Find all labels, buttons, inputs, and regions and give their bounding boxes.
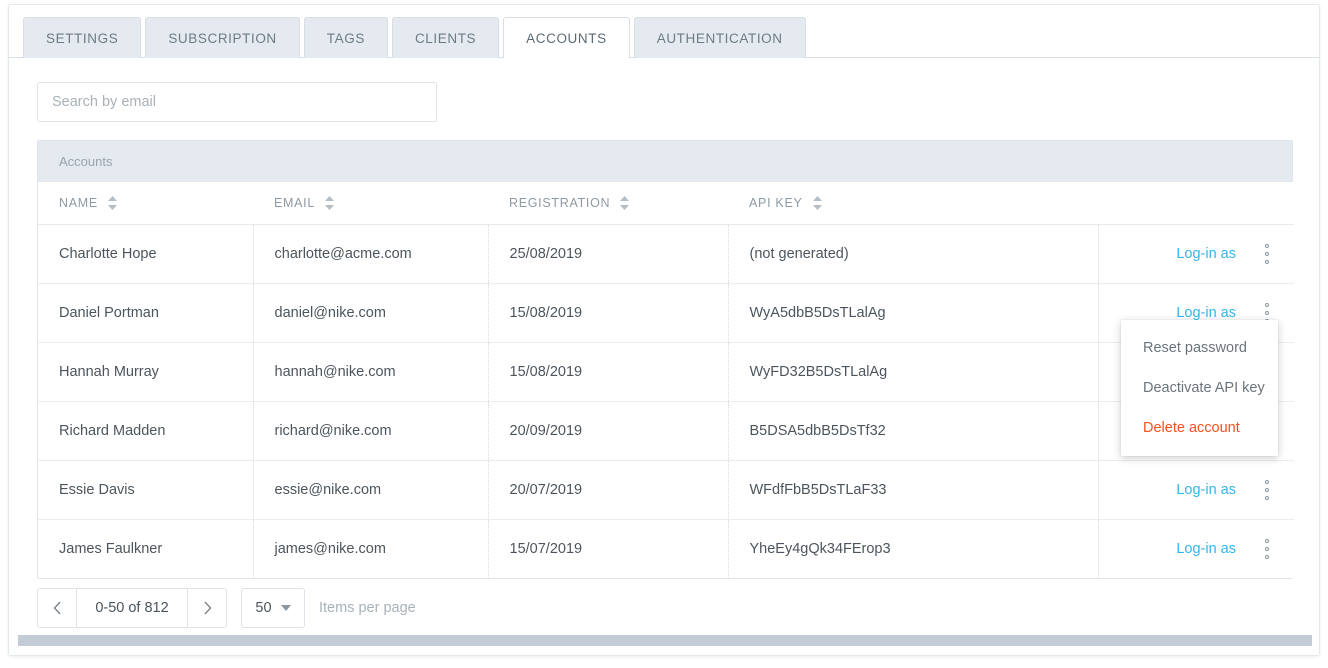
cell-api-key: WFdfFbB5DsTLaF33 <box>728 460 1099 520</box>
settings-card: SETTINGS SUBSCRIPTION TAGS CLIENTS ACCOU… <box>8 4 1320 656</box>
horizontal-scrollbar-track[interactable] <box>18 635 1312 646</box>
cell-email: hannah@nike.com <box>253 342 489 402</box>
table-row: Hannah Murray hannah@nike.com 15/08/2019… <box>38 342 1294 402</box>
items-per-page-label: Items per page <box>319 600 416 616</box>
row-menu-icon[interactable] <box>1256 241 1278 267</box>
login-as-link[interactable]: Log-in as <box>1176 305 1236 321</box>
cell-email: richard@nike.com <box>253 401 489 461</box>
cell-name: Essie Davis <box>38 460 254 520</box>
column-label: EMAIL <box>274 195 316 210</box>
page-range-label: 0-50 of 812 <box>95 600 169 616</box>
sort-icon[interactable] <box>325 195 335 210</box>
chevron-right-icon <box>203 601 211 615</box>
login-as-link[interactable]: Log-in as <box>1176 246 1236 262</box>
column-label: NAME <box>59 195 98 210</box>
page-size-select[interactable]: 50 <box>241 588 305 628</box>
search-input[interactable] <box>37 82 437 122</box>
cell-email: daniel@nike.com <box>253 283 489 343</box>
row-menu-icon[interactable] <box>1256 477 1278 503</box>
accounts-table-card: Accounts NAME EMAIL REGISTRATION API KEY… <box>37 140 1294 579</box>
page-size-value: 50 <box>255 600 272 616</box>
tab-clients[interactable]: CLIENTS <box>391 17 500 58</box>
tab-authentication[interactable]: AUTHENTICATION <box>633 17 806 58</box>
menu-item-deactivate-api-key[interactable]: Deactivate API key <box>1121 368 1278 408</box>
sort-icon[interactable] <box>620 195 630 210</box>
tab-accounts[interactable]: ACCOUNTS <box>503 17 630 59</box>
column-header-actions <box>1098 182 1294 225</box>
cell-registration: 25/08/2019 <box>488 224 729 284</box>
cell-registration: 15/08/2019 <box>488 342 729 402</box>
column-label: REGISTRATION <box>509 195 611 210</box>
tab-label: TAGS <box>326 30 365 46</box>
tab-label: SUBSCRIPTION <box>168 30 277 46</box>
chevron-down-icon <box>280 605 291 611</box>
table-row: Richard Madden richard@nike.com 20/09/20… <box>38 401 1294 461</box>
pager-group: 0-50 of 812 <box>37 588 227 628</box>
column-header-name[interactable]: NAME <box>38 182 253 225</box>
sort-icon[interactable] <box>812 195 822 210</box>
pagination: 0-50 of 812 50 Items per page <box>37 588 416 628</box>
table-head: NAME EMAIL REGISTRATION API KEY <box>38 182 1294 225</box>
sort-icon[interactable] <box>107 195 117 210</box>
row-menu-icon[interactable] <box>1256 536 1278 562</box>
cell-email: charlotte@acme.com <box>253 224 489 284</box>
table-body: Charlotte Hope charlotte@acme.com 25/08/… <box>38 224 1294 578</box>
accounts-table: NAME EMAIL REGISTRATION API KEY Charlott… <box>38 182 1294 578</box>
cell-actions: Log-in as <box>1098 460 1294 520</box>
tab-tags[interactable]: TAGS <box>303 17 388 58</box>
cell-name: Daniel Portman <box>38 283 254 343</box>
cell-api-key: B5DSA5dbB5DsTf32 <box>728 401 1099 461</box>
table-row: Daniel Portman daniel@nike.com 15/08/201… <box>38 283 1294 343</box>
menu-item-delete-account[interactable]: Delete account <box>1121 408 1278 448</box>
horizontal-scrollbar-thumb[interactable] <box>18 635 1312 646</box>
tab-label: ACCOUNTS <box>526 30 607 46</box>
accounts-panel: Accounts NAME <box>9 58 1319 655</box>
tab-settings[interactable]: SETTINGS <box>23 17 142 58</box>
cell-registration: 20/07/2019 <box>488 460 729 520</box>
cell-api-key: WyA5dbB5DsTLalAg <box>728 283 1099 343</box>
tab-label: AUTHENTICATION <box>656 30 783 46</box>
cell-api-key: (not generated) <box>728 224 1099 284</box>
cell-registration: 20/09/2019 <box>488 401 729 461</box>
row-context-menu: Reset password Deactivate API key Delete… <box>1121 320 1278 456</box>
cell-email: essie@nike.com <box>253 460 489 520</box>
chevron-left-icon <box>53 601 61 615</box>
cell-api-key: YheEy4gQk34FErop3 <box>728 519 1099 578</box>
tab-label: SETTINGS <box>46 30 119 46</box>
table-title: Accounts <box>38 141 1292 182</box>
tab-label: CLIENTS <box>414 30 477 46</box>
table-header-row: NAME EMAIL REGISTRATION API KEY <box>38 182 1294 225</box>
cell-actions: Log-in as <box>1098 224 1294 284</box>
column-header-email[interactable]: EMAIL <box>253 182 488 225</box>
tab-bar: SETTINGS SUBSCRIPTION TAGS CLIENTS ACCOU… <box>9 15 1319 59</box>
previous-page-button[interactable] <box>38 589 77 627</box>
login-as-link[interactable]: Log-in as <box>1176 482 1236 498</box>
cell-email: james@nike.com <box>253 519 489 578</box>
next-page-button[interactable] <box>187 589 226 627</box>
table-row: Charlotte Hope charlotte@acme.com 25/08/… <box>38 224 1294 284</box>
column-header-registration[interactable]: REGISTRATION <box>488 182 728 225</box>
cell-name: Charlotte Hope <box>38 224 254 284</box>
cell-actions: Log-in as <box>1098 519 1294 578</box>
app-window: SETTINGS SUBSCRIPTION TAGS CLIENTS ACCOU… <box>0 0 1328 668</box>
column-header-api-key[interactable]: API KEY <box>728 182 1098 225</box>
login-as-link[interactable]: Log-in as <box>1176 541 1236 557</box>
cell-name: James Faulkner <box>38 519 254 578</box>
table-row: James Faulkner james@nike.com 15/07/2019… <box>38 519 1294 578</box>
cell-api-key: WyFD32B5DsTLalAg <box>728 342 1099 402</box>
tab-subscription[interactable]: SUBSCRIPTION <box>145 17 300 58</box>
column-label: API KEY <box>749 195 803 210</box>
cell-registration: 15/08/2019 <box>488 283 729 343</box>
menu-item-reset-password[interactable]: Reset password <box>1121 328 1278 368</box>
cell-registration: 15/07/2019 <box>488 519 729 578</box>
table-row: Essie Davis essie@nike.com 20/07/2019 WF… <box>38 460 1294 520</box>
cell-name: Richard Madden <box>38 401 254 461</box>
cell-name: Hannah Murray <box>38 342 254 402</box>
search-container <box>37 82 437 122</box>
